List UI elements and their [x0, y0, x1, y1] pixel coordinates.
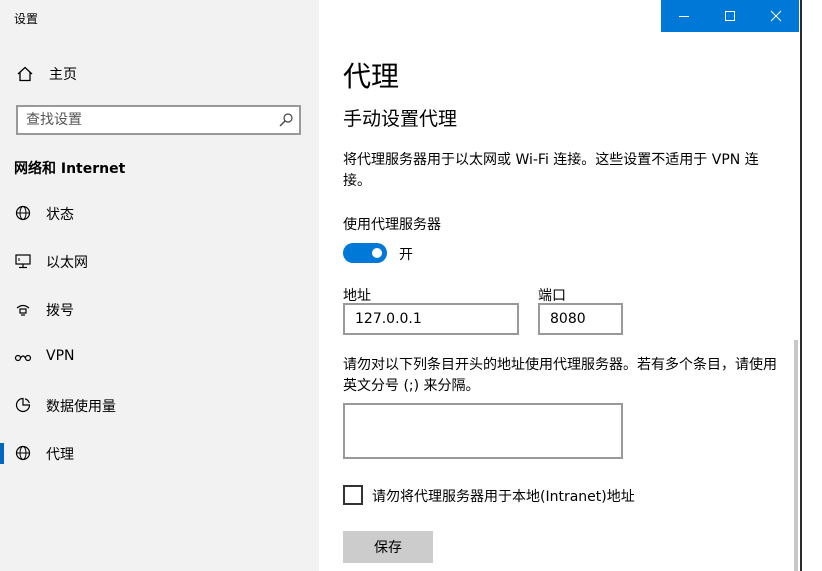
use-proxy-label: 使用代理服务器	[343, 217, 441, 233]
data-usage-icon	[15, 397, 31, 413]
minimize-button[interactable]	[661, 0, 707, 32]
section-title: 网络和 Internet	[14, 161, 126, 177]
sidebar-item-label: 拨号	[46, 303, 74, 319]
section-heading: 手动设置代理	[343, 108, 458, 130]
sidebar-item-proxy[interactable]: 代理	[0, 433, 319, 473]
sidebar-item-data-usage[interactable]: 数据使用量	[0, 385, 319, 425]
vpn-icon	[14, 354, 32, 362]
address-label: 地址	[343, 288, 371, 304]
home-label: 主页	[49, 67, 77, 83]
minimize-icon	[679, 16, 689, 17]
bypass-local-label: 请勿将代理服务器用于本地(Intranet)地址	[372, 489, 635, 505]
close-icon	[770, 10, 782, 22]
bypass-local-checkbox[interactable]	[343, 485, 363, 505]
globe-icon	[15, 205, 31, 221]
home-nav[interactable]: 主页	[16, 63, 77, 85]
sidebar: 设置 主页 网络和 Internet 状态 以太网	[0, 0, 319, 571]
search-input[interactable]	[26, 111, 266, 129]
proxy-description: 将代理服务器用于以太网或 Wi-Fi 连接。这些设置不适用于 VPN 连接。	[343, 152, 759, 189]
globe-icon	[15, 445, 31, 461]
exceptions-description: 请勿对以下列条目开头的地址使用代理服务器。若有多个条目，请使用英文分号 (;) …	[343, 357, 777, 394]
maximize-button[interactable]	[707, 0, 753, 32]
toggle-state-label: 开	[399, 247, 413, 263]
sidebar-item-label: VPN	[46, 348, 75, 364]
sidebar-item-ethernet[interactable]: 以太网	[0, 241, 319, 281]
sidebar-item-label: 以太网	[46, 255, 88, 271]
window-edge	[800, 0, 802, 571]
home-icon	[17, 66, 33, 82]
maximize-icon	[725, 11, 735, 21]
app-title: 设置	[14, 12, 39, 26]
port-label: 端口	[538, 288, 566, 304]
search-box[interactable]	[16, 105, 301, 135]
sidebar-item-vpn[interactable]: VPN	[0, 337, 319, 377]
search-icon[interactable]	[278, 112, 294, 128]
desktop-edge	[800, 0, 822, 571]
active-indicator	[0, 443, 4, 464]
exceptions-textarea[interactable]	[343, 403, 623, 459]
save-button[interactable]: 保存	[343, 531, 433, 563]
sidebar-item-status[interactable]: 状态	[0, 193, 319, 233]
sidebar-item-label: 代理	[46, 447, 74, 463]
sidebar-item-label: 数据使用量	[46, 399, 116, 415]
ethernet-icon	[15, 254, 31, 269]
address-input[interactable]	[343, 303, 519, 335]
sidebar-item-dialup[interactable]: 拨号	[0, 289, 319, 329]
scrollbar[interactable]	[794, 340, 798, 571]
window-controls	[661, 0, 799, 32]
dialup-icon	[16, 304, 30, 316]
toggle-knob	[372, 248, 382, 258]
sidebar-item-label: 状态	[46, 207, 74, 223]
use-proxy-toggle[interactable]	[343, 243, 387, 263]
close-button[interactable]	[753, 0, 799, 32]
page-title: 代理	[343, 60, 400, 93]
port-input[interactable]	[538, 303, 623, 335]
